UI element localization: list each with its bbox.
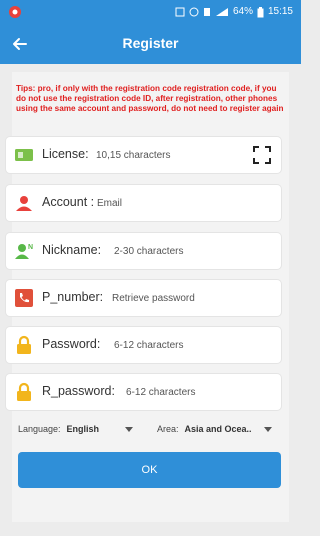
repeat-password-label: R_password: bbox=[42, 384, 115, 398]
repeat-password-field[interactable]: R_password: bbox=[6, 374, 281, 410]
person-tag-icon: N bbox=[15, 244, 33, 259]
nickname-label: Nickname: bbox=[42, 243, 102, 257]
status-icons: 64% 15:15 bbox=[175, 6, 293, 18]
signal-icon bbox=[215, 8, 228, 16]
area-select[interactable]: Area: Asia and Ocea.. bbox=[157, 424, 272, 434]
account-input[interactable] bbox=[97, 196, 267, 210]
person-icon bbox=[16, 196, 32, 211]
lock-icon bbox=[17, 382, 31, 401]
ok-button[interactable]: OK bbox=[18, 452, 281, 488]
svg-text:N: N bbox=[28, 244, 33, 251]
phone-number-field[interactable]: P_number: bbox=[6, 280, 281, 316]
area-label: Area: bbox=[157, 424, 179, 434]
license-field[interactable]: License: bbox=[6, 137, 281, 173]
chevron-down-icon bbox=[263, 426, 272, 432]
phone-number-label: P_number: bbox=[42, 290, 104, 304]
area-value: Asia and Ocea.. bbox=[184, 424, 252, 434]
language-label: Language: bbox=[18, 424, 61, 434]
license-card-icon bbox=[15, 149, 33, 161]
status-bar: 64% 15:15 bbox=[0, 0, 301, 24]
sim-icon bbox=[203, 8, 210, 16]
license-label: License: bbox=[42, 147, 89, 161]
license-input[interactable] bbox=[96, 148, 236, 162]
battery-level: 64% bbox=[232, 6, 253, 17]
nickname-field[interactable]: N Nickname: bbox=[6, 233, 281, 269]
language-value: English bbox=[66, 424, 100, 434]
lock-icon bbox=[17, 335, 31, 354]
nickname-input[interactable] bbox=[114, 244, 264, 258]
repeat-password-input[interactable] bbox=[126, 385, 266, 399]
account-field[interactable]: Account : bbox=[6, 185, 281, 221]
page-title: Register bbox=[122, 35, 179, 51]
password-input[interactable] bbox=[114, 338, 264, 352]
clock: 15:15 bbox=[267, 6, 293, 17]
password-label: Password: bbox=[42, 337, 101, 351]
alarm-icon bbox=[189, 7, 199, 17]
app-bar: Register bbox=[0, 24, 301, 64]
app-notification-icon bbox=[9, 6, 21, 18]
account-label: Account : bbox=[42, 195, 95, 209]
chevron-down-icon bbox=[125, 426, 134, 432]
phone-number-input[interactable] bbox=[112, 291, 272, 305]
language-select[interactable]: Language: English bbox=[18, 424, 134, 434]
password-field[interactable]: Password: bbox=[6, 327, 281, 363]
screenshot-icon bbox=[175, 7, 185, 17]
scan-qr-icon[interactable] bbox=[253, 146, 271, 164]
battery-icon bbox=[257, 6, 264, 17]
phone-icon bbox=[15, 289, 33, 307]
registration-tips: Tips: pro, if only with the registration… bbox=[16, 84, 284, 113]
